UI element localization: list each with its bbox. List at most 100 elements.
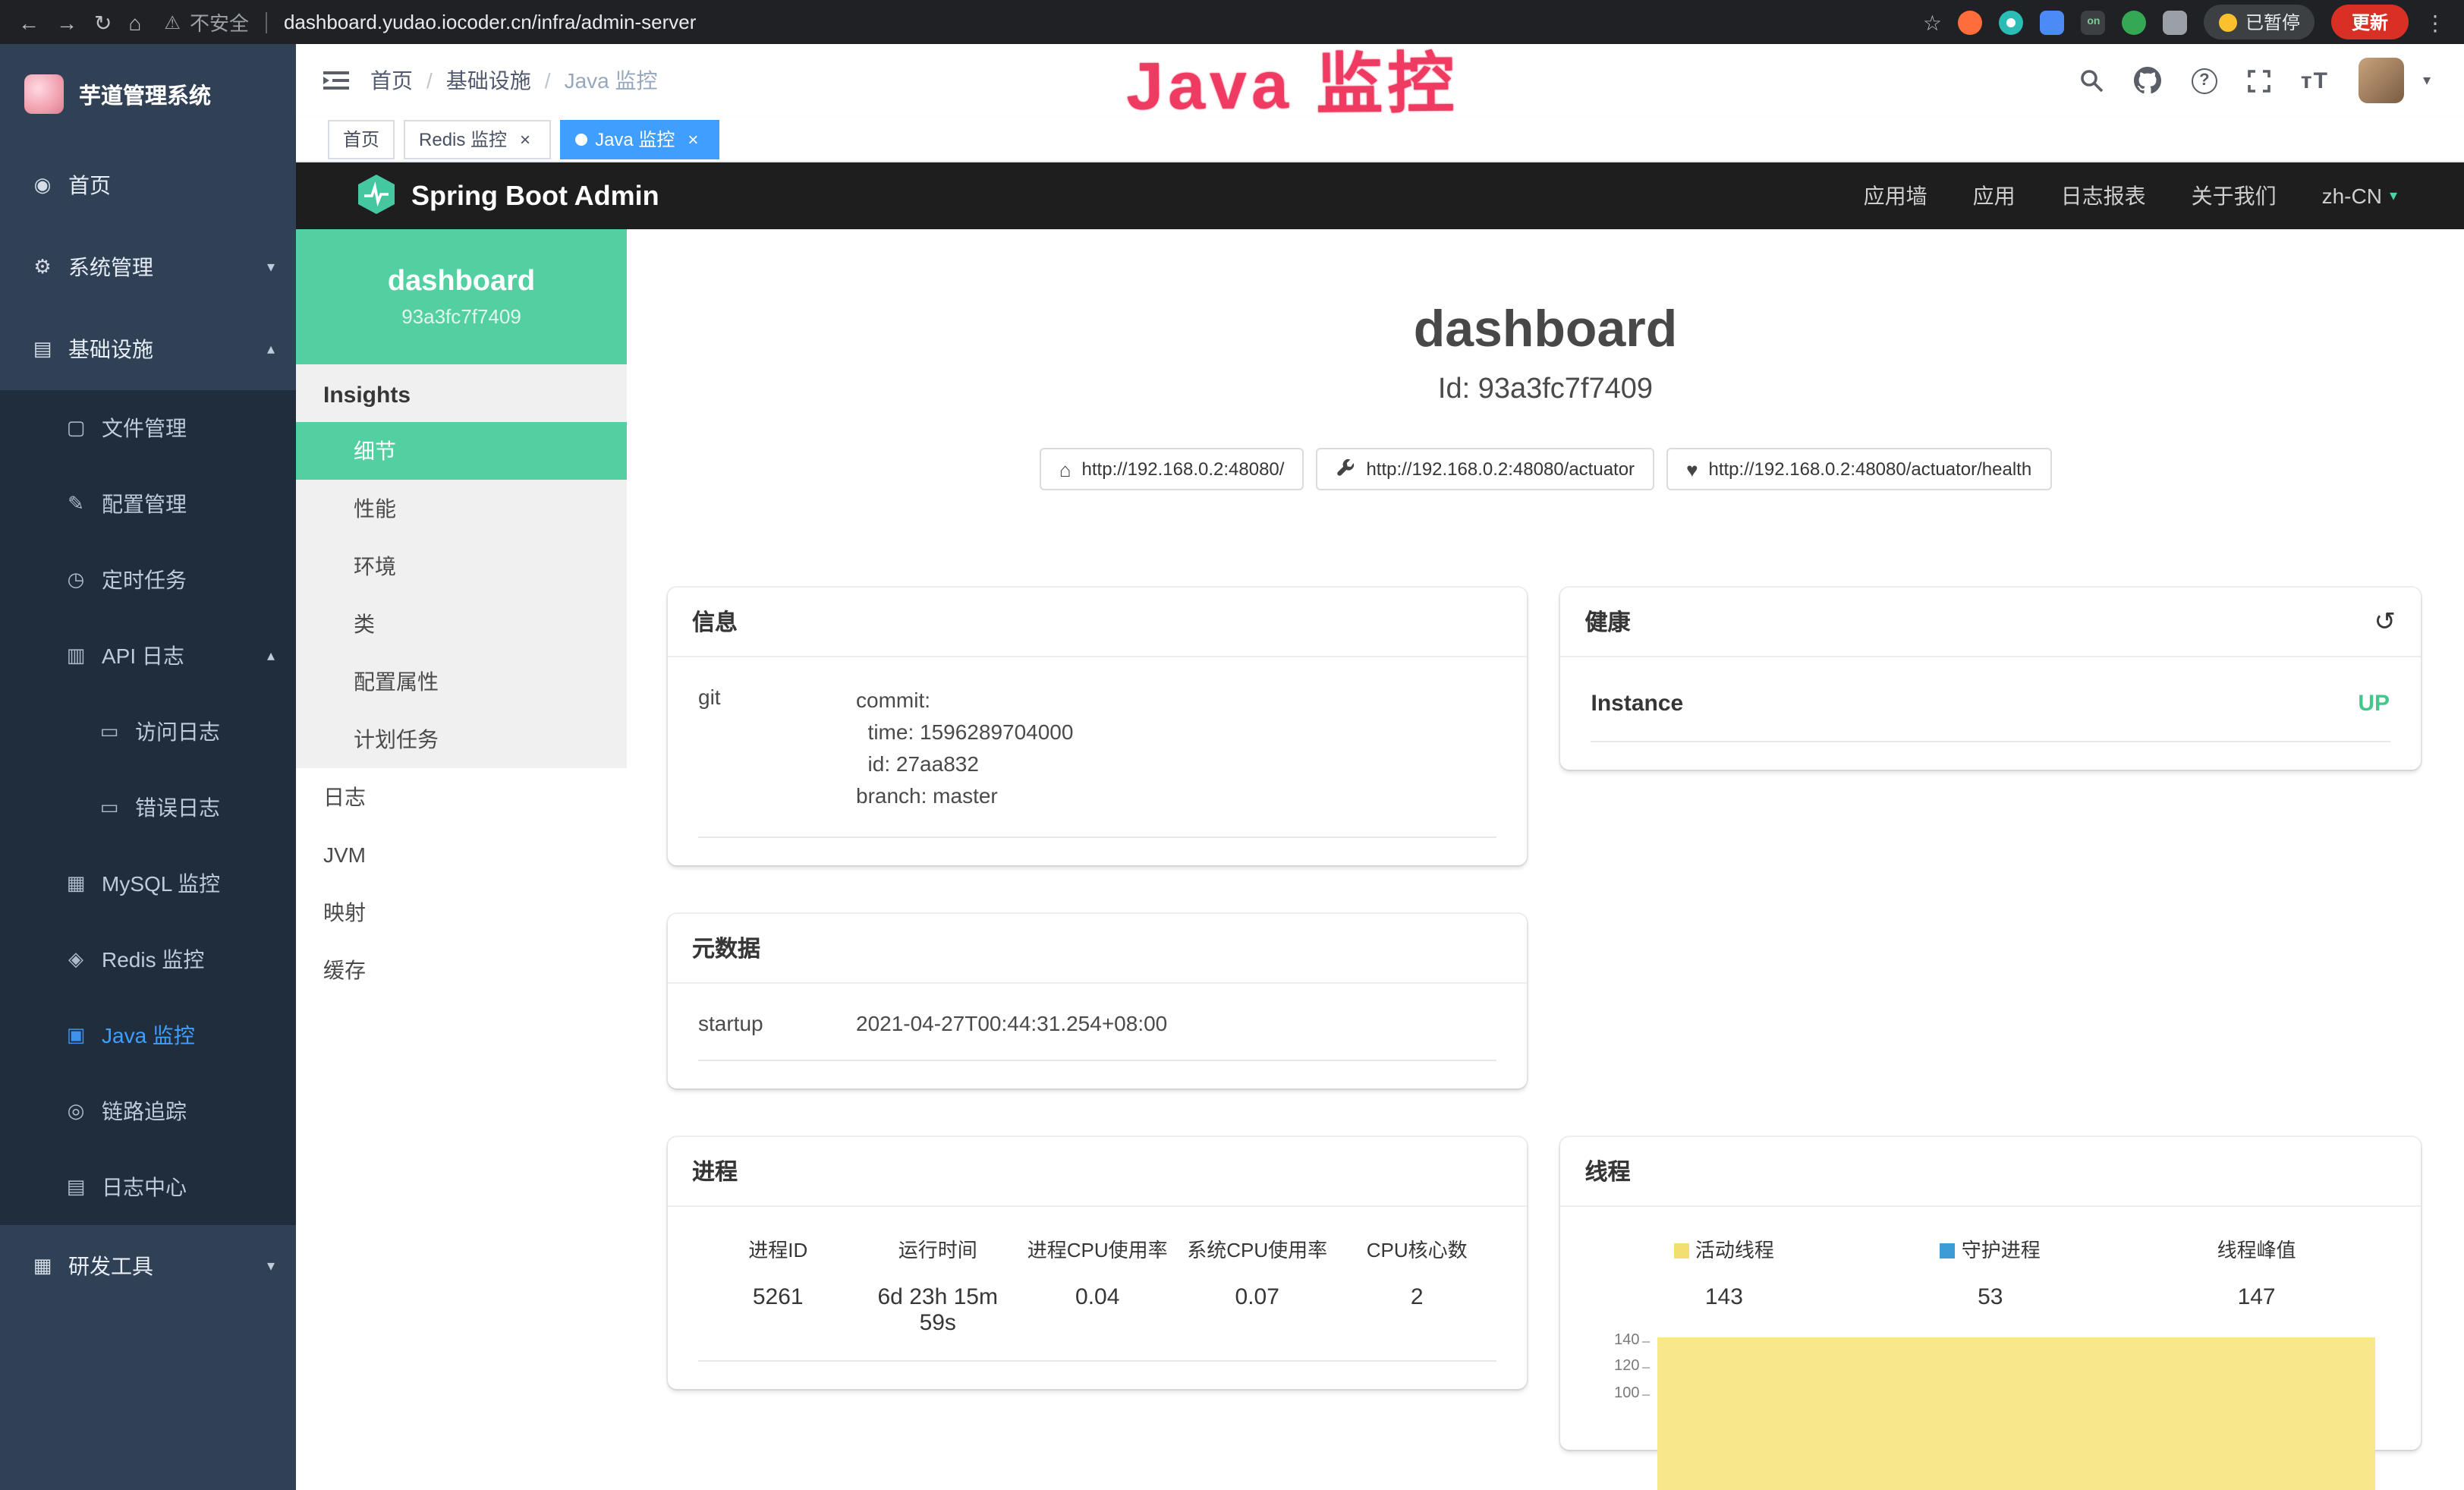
chart-y-axis: 140 120 100: [1591, 1331, 1655, 1422]
sidebar-item-error-logs[interactable]: ▭ 错误日志: [0, 770, 296, 846]
sidebar-item-caches[interactable]: 缓存: [296, 941, 627, 999]
cpu-cores: CPU核心数 2: [1337, 1234, 1497, 1336]
close-icon[interactable]: ×: [682, 128, 703, 150]
extension-icon-6[interactable]: [2163, 10, 2188, 34]
sidebar-item-dev-tools[interactable]: ▦ 研发工具 ▾: [0, 1225, 296, 1307]
sidebar-item-performance[interactable]: 性能: [296, 480, 627, 537]
sidebar-item-scheduled-jobs[interactable]: ◷ 定时任务: [0, 542, 296, 618]
sidebar-item-logs[interactable]: 日志: [296, 768, 627, 826]
sidebar-toggle[interactable]: [323, 70, 349, 91]
sidebar-item-classes[interactable]: 类: [296, 595, 627, 653]
daemon-threads-swatch: [1940, 1243, 1956, 1258]
database-icon: ▦: [64, 871, 88, 896]
nav-applications[interactable]: 应用: [1973, 181, 2016, 211]
sidebar-item-tracing[interactable]: ◎ 链路追踪: [0, 1073, 296, 1149]
extension-icon-3[interactable]: [2041, 10, 2065, 34]
sidebar-item-system-mgmt[interactable]: ⚙ 系统管理 ▾: [0, 226, 296, 308]
sidebar-item-environment[interactable]: 环境: [296, 537, 627, 595]
stat-label: 运行时间: [858, 1234, 1018, 1263]
group-label: Insights: [296, 364, 627, 422]
stat-value: 0.04: [1018, 1284, 1178, 1310]
extension-icon-1[interactable]: [1959, 10, 1983, 34]
info-line: commit:: [856, 685, 1073, 717]
toolbox-icon: ▦: [30, 1254, 55, 1278]
language-select[interactable]: zh-CN ▾: [2322, 184, 2397, 208]
sidebar-item-api-logs[interactable]: ▥ API 日志 ▴: [0, 618, 296, 694]
instance-header[interactable]: dashboard 93a3fc7f7409: [296, 229, 627, 364]
sidebar-item-config-props[interactable]: 配置属性: [296, 653, 627, 710]
paused-badge[interactable]: 已暂停: [2204, 5, 2315, 39]
back-button[interactable]: ←: [18, 11, 39, 33]
health-url: http://192.168.0.2:48080/actuator/health: [1709, 458, 2032, 480]
search-icon[interactable]: [2079, 68, 2104, 93]
menu-label: 文件管理: [102, 413, 187, 443]
breadcrumb-current: Java 监控: [565, 65, 658, 96]
trace-icon: ◎: [64, 1099, 88, 1123]
extension-icon-2[interactable]: [2000, 10, 2024, 34]
sidebar-item-jvm[interactable]: JVM: [296, 826, 627, 884]
nav-applications-wall[interactable]: 应用墙: [1864, 181, 1927, 211]
help-icon[interactable]: ?: [2192, 68, 2217, 93]
sidebar-item-access-logs[interactable]: ▭ 访问日志: [0, 694, 296, 770]
breadcrumb-infrastructure[interactable]: 基础设施: [446, 65, 531, 96]
update-button[interactable]: 更新: [2332, 5, 2408, 39]
extension-icon-5[interactable]: [2123, 10, 2147, 34]
menu-label: 基础设施: [68, 334, 153, 364]
sidebar-item-mysql-monitor[interactable]: ▦ MySQL 监控: [0, 846, 296, 921]
user-avatar[interactable]: [2359, 58, 2405, 103]
address-bar[interactable]: ⚠ 不安全 dashboard.yudao.iocoder.cn/infra/a…: [164, 8, 696, 36]
sidebar-item-mappings[interactable]: 映射: [296, 884, 627, 941]
sidebar-item-redis-monitor[interactable]: ◈ Redis 监控: [0, 921, 296, 997]
log-icon: ▥: [64, 644, 88, 668]
insights-group: Insights 细节 性能 环境 类 配置属性 计划任务: [296, 364, 627, 768]
tab-home[interactable]: 首页: [328, 119, 395, 159]
paused-label: 已暂停: [2245, 9, 2300, 35]
forward-button[interactable]: →: [56, 11, 77, 33]
sidebar-item-home[interactable]: ◉ 首页: [0, 144, 296, 226]
health-url-button[interactable]: ♥ http://192.168.0.2:48080/actuator/heal…: [1666, 448, 2051, 490]
sidebar-item-infrastructure[interactable]: ▤ 基础设施 ▴: [0, 308, 296, 390]
sidebar-item-scheduled-tasks[interactable]: 计划任务: [296, 710, 627, 768]
chevron-up-icon: ▴: [267, 341, 275, 358]
logo-image: [24, 74, 64, 114]
infrastructure-submenu: ▢ 文件管理 ✎ 配置管理 ◷ 定时任务 ▥ API 日志 ▴: [0, 390, 296, 1225]
close-icon[interactable]: ×: [515, 128, 536, 150]
app-header: 首页 / 基础设施 / Java 监控 ?: [296, 44, 2464, 117]
paused-emoji-icon: [2220, 13, 2238, 31]
info-line: branch: master: [856, 780, 1073, 812]
breadcrumb-home[interactable]: 首页: [370, 65, 413, 96]
caret-down-icon: ▾: [2423, 72, 2431, 89]
github-icon[interactable]: [2134, 67, 2161, 94]
app-logo[interactable]: 芋道管理系统: [0, 44, 296, 144]
tab-label: Java 监控: [595, 126, 675, 152]
sidebar-item-config-mgmt[interactable]: ✎ 配置管理: [0, 466, 296, 542]
home-button[interactable]: ⌂: [128, 11, 141, 33]
history-icon[interactable]: ↺: [2374, 609, 2396, 635]
sidebar-item-file-mgmt[interactable]: ▢ 文件管理: [0, 390, 296, 466]
reload-button[interactable]: ↻: [94, 11, 112, 33]
sidebar-item-java-monitor[interactable]: ▣ Java 监控: [0, 997, 296, 1073]
extension-icon-proxy[interactable]: on: [2082, 10, 2106, 34]
browser-menu-icon[interactable]: ⋮: [2425, 11, 2446, 33]
menu-label: 定时任务: [102, 565, 187, 595]
metadata-key: startup: [698, 1011, 856, 1035]
sidebar-item-log-center[interactable]: ▤ 日志中心: [0, 1149, 296, 1225]
nav-journal[interactable]: 日志报表: [2061, 181, 2146, 211]
tab-redis-monitor[interactable]: Redis 监控 ×: [404, 119, 551, 159]
info-line: id: 27aa832: [856, 748, 1073, 780]
service-url-button[interactable]: ⌂ http://192.168.0.2:48080/: [1040, 448, 1304, 490]
fullscreen-icon[interactable]: [2248, 69, 2270, 92]
sidebar-item-details[interactable]: 细节: [296, 422, 627, 480]
tab-java-monitor[interactable]: Java 监控 ×: [560, 119, 719, 159]
stat-label: 活动线程: [1695, 1239, 1774, 1262]
live-threads-swatch: [1674, 1243, 1689, 1258]
stat-label: 系统CPU使用率: [1178, 1234, 1338, 1263]
timer-icon: ◷: [64, 568, 88, 592]
bookmark-star-icon[interactable]: ☆: [1923, 11, 1942, 33]
nav-about[interactable]: 关于我们: [2192, 181, 2277, 211]
stat-value: 2: [1337, 1284, 1497, 1310]
font-size-icon[interactable]: тT: [2301, 68, 2329, 93]
chevron-up-icon: ▴: [267, 647, 275, 664]
actuator-url-button[interactable]: http://192.168.0.2:48080/actuator: [1316, 448, 1654, 490]
file-icon: ▢: [64, 416, 88, 440]
